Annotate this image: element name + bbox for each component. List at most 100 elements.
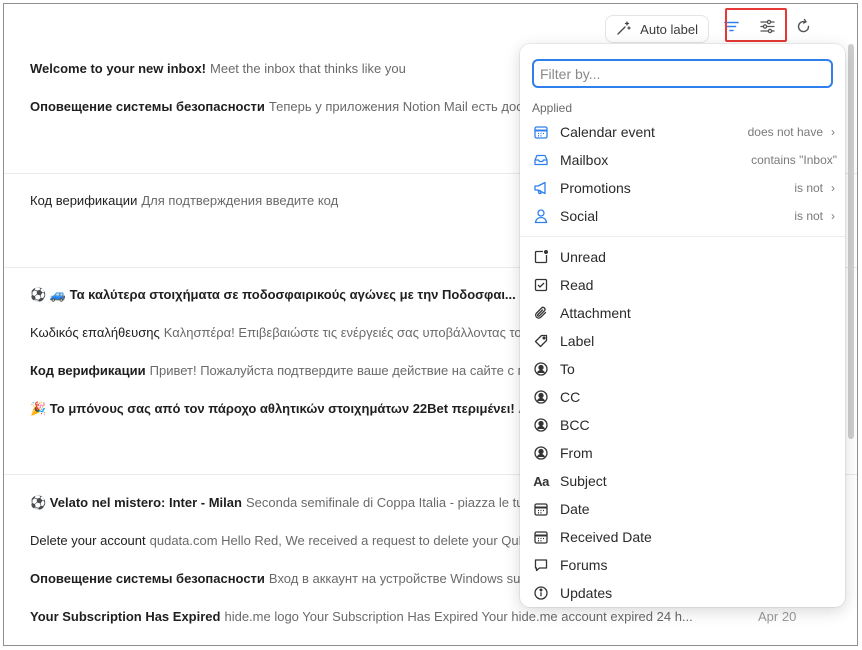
user-circle-icon <box>532 444 550 462</box>
tag-icon <box>532 332 550 350</box>
refresh-button[interactable] <box>789 15 817 43</box>
email-row[interactable]: Delete your account qudata.com Hello Red,… <box>30 532 528 550</box>
person-icon <box>532 207 550 225</box>
email-sender: ⚽ 🚙 Τα καλύτερα στοιχήματα σε ποδοσφαιρι… <box>30 287 516 302</box>
filter-option-subject[interactable]: Aa Subject <box>520 467 845 495</box>
filter-search-input[interactable] <box>532 59 833 88</box>
email-sender: ⚽ Velato nel mistero: Inter - Milan <box>30 495 242 510</box>
email-sender: Код верификации <box>30 193 138 208</box>
filter-option-label: Attachment <box>560 305 631 321</box>
filter-option-label: Read <box>560 277 594 293</box>
chevron-right-icon: › <box>831 125 835 139</box>
calendar-grey-icon <box>532 500 550 518</box>
text-aa-icon: Aa <box>533 473 549 489</box>
user-circle-icon <box>532 360 550 378</box>
applied-section-title: Applied <box>532 101 573 115</box>
filter-option-bcc[interactable]: BCC <box>520 411 845 439</box>
filter-condition: does not have <box>747 125 823 139</box>
filter-option-from[interactable]: From <box>520 439 845 467</box>
user-circle-icon <box>532 388 550 406</box>
filter-option-label: Social <box>560 208 599 224</box>
email-row[interactable]: Welcome to your new inbox! Meet the inbox… <box>30 60 406 78</box>
filter-option-attachment[interactable]: Attachment <box>520 299 845 327</box>
filter-option-read[interactable]: Read <box>520 271 845 299</box>
filter-option-label: Received Date <box>560 529 652 545</box>
filter-option-updates[interactable]: Updates <box>520 579 845 607</box>
filter-option-label: Mailbox <box>560 152 609 168</box>
email-preview: Привет! Пожалуйста подтвердите ваше дейс… <box>149 363 541 378</box>
filter-option-label: Updates <box>560 585 613 601</box>
auto-label-text: Auto label <box>640 21 698 37</box>
auto-label-button[interactable]: Auto label <box>605 15 709 43</box>
chevron-right-icon: › <box>831 181 835 195</box>
filter-option-label: From <box>560 445 593 461</box>
email-row[interactable]: ⚽ 🚙 Τα καλύτερα στοιχήματα σε ποδοσφαιρι… <box>30 286 530 304</box>
filter-option-label: Subject <box>560 473 607 489</box>
filter-option-forums[interactable]: Forums <box>520 551 845 579</box>
filter-condition: is not <box>794 209 823 223</box>
email-sender: Delete your account <box>30 533 146 548</box>
email-sender: 🎉 Το μπόνους σας από τον πάροχο αθλητικώ… <box>30 401 515 416</box>
filter-option-to[interactable]: To <box>520 355 845 383</box>
filter-option-label: Date <box>560 501 590 517</box>
filter-option-label: Calendar event <box>560 124 655 140</box>
email-preview: Для подтверждения введите код <box>141 193 339 208</box>
dropdown-divider <box>520 236 845 237</box>
chevron-right-icon: › <box>831 209 835 223</box>
email-row[interactable]: Оповещение системы безопасности Вход в ак… <box>30 570 546 588</box>
filter-option-label[interactable]: Label <box>520 327 845 355</box>
chat-icon <box>532 556 550 574</box>
email-sender: Оповещение системы безопасности <box>30 571 265 586</box>
filter-option-cc[interactable]: CC <box>520 383 845 411</box>
email-row[interactable]: Оповещение системы безопасности Теперь у … <box>30 98 535 116</box>
highlight-box <box>725 8 787 42</box>
email-date: Apr 20 <box>758 609 797 624</box>
filter-option-text: Label <box>560 333 595 349</box>
calendar-grey-icon <box>532 528 550 546</box>
email-row[interactable]: Код верификации Для подтверждения введите… <box>30 192 338 210</box>
magic-wand-icon <box>616 20 632 39</box>
info-icon <box>532 584 550 602</box>
email-row[interactable]: ⚽ Velato nel mistero: Inter - Milan Secon… <box>30 494 531 512</box>
email-preview: Теперь у приложения Notion Mail есть дос… <box>268 99 536 114</box>
inbox-icon <box>532 151 550 169</box>
filter-option-label: Promotions <box>560 180 631 196</box>
email-row[interactable]: 🎉 Το μπόνους σας από τον πάροχο αθλητικώ… <box>30 400 537 418</box>
email-preview: Meet the inbox that thinks like you <box>210 61 406 76</box>
email-sender: Your Subscription Has Expired <box>30 609 221 624</box>
filter-condition: contains "Inbox" <box>751 153 837 167</box>
filter-option-label: To <box>560 361 575 377</box>
filter-option-label: Forums <box>560 557 608 573</box>
filter-option-unread[interactable]: Unread <box>520 243 845 271</box>
filter-dropdown: Applied Calendar event does not have › M… <box>520 44 845 607</box>
email-sender: Оповещение системы безопасности <box>30 99 265 114</box>
megaphone-icon <box>532 179 550 197</box>
filter-condition: is not <box>794 181 823 195</box>
email-sender: Код верификации <box>30 363 146 378</box>
user-circle-icon <box>532 416 550 434</box>
filter-option-label: BCC <box>560 417 590 433</box>
applied-filter-calendar-event[interactable]: Calendar event does not have › <box>520 118 845 146</box>
checkbox-icon <box>532 276 550 294</box>
email-row[interactable]: Κωδικός επαλήθευσης Καλησπέρα! Επιβεβαιώσ… <box>30 324 522 342</box>
calendar-icon <box>532 123 550 141</box>
refresh-icon <box>795 18 812 40</box>
scrollbar[interactable] <box>848 44 854 439</box>
applied-filter-social[interactable]: Social is not › <box>520 202 845 230</box>
filter-option-date[interactable]: Date <box>520 495 845 523</box>
email-preview: Καλησπέρα! Επιβεβαιώστε τις ενέργειές σα… <box>163 325 522 340</box>
applied-filter-promotions[interactable]: Promotions is not › <box>520 174 845 202</box>
email-preview: hide.me logo Your Subscription Has Expir… <box>224 609 693 624</box>
app-window: Welcome to your new inbox! Meet the inbox… <box>3 3 858 646</box>
email-row[interactable]: Your Subscription Has Expired hide.me log… <box>30 608 693 626</box>
paperclip-icon <box>532 304 550 322</box>
email-preview: Вход в аккаунт на устройстве Windows sus… <box>268 571 546 586</box>
filter-option-label: CC <box>560 389 581 405</box>
email-sender: Κωδικός επαλήθευσης <box>30 325 160 340</box>
email-sender: Welcome to your new inbox! <box>30 61 207 76</box>
email-preview: qudata.com Hello Red, We received a requ… <box>149 533 529 548</box>
applied-filter-mailbox[interactable]: Mailbox contains "Inbox" <box>520 146 845 174</box>
filter-option-received-date[interactable]: Received Date <box>520 523 845 551</box>
email-row[interactable]: Код верификации Привет! Пожалуйста подтве… <box>30 362 541 380</box>
unread-icon <box>532 248 550 266</box>
